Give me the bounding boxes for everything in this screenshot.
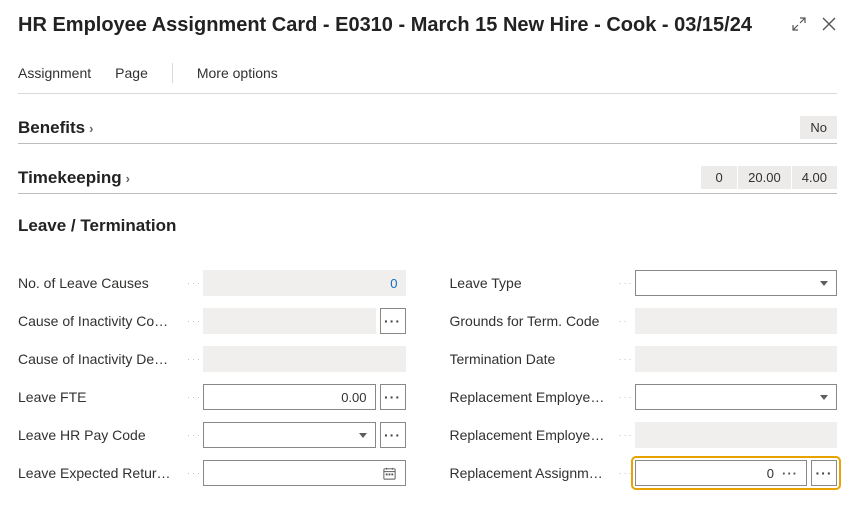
header-row: HR Employee Assignment Card - E0310 - Ma…	[18, 14, 837, 37]
leave-expected-label: Leave Expected Retur…	[18, 465, 183, 481]
header-icons	[791, 16, 837, 35]
repl-emp-name-value	[635, 422, 838, 448]
cause-desc-value	[203, 346, 406, 372]
no-leave-causes-value[interactable]: 0	[203, 270, 406, 296]
repl-assign-label: Replacement Assignm…	[450, 465, 615, 481]
calendar-icon[interactable]	[382, 466, 397, 481]
no-leave-causes-label: No. of Leave Causes	[18, 275, 183, 291]
leave-fte-assist-button[interactable]: ···	[380, 384, 406, 410]
cause-code-value	[203, 308, 376, 334]
repl-emp-no-label: Replacement Employe…	[450, 389, 615, 405]
cmd-page[interactable]: Page	[115, 65, 148, 81]
leave-title: Leave / Termination	[18, 216, 176, 236]
command-bar: Assignment Page More options	[18, 55, 837, 94]
term-date-value	[635, 346, 838, 372]
timekeeping-tag-c: 4.00	[792, 166, 837, 189]
leave-paycode-label: Leave HR Pay Code	[18, 427, 183, 443]
benefits-toggle[interactable]: Benefits ›	[18, 118, 93, 138]
grounds-value	[635, 308, 838, 334]
leave-type-label: Leave Type	[450, 275, 615, 291]
timekeeping-tags: 0 20.00 4.00	[701, 166, 837, 189]
chevron-down-icon	[820, 395, 828, 400]
repl-assign-assist-button[interactable]: ···	[811, 460, 837, 486]
repl-assign-input[interactable]: 0 ···	[635, 460, 808, 486]
timekeeping-tag-a: 0	[701, 166, 737, 189]
benefits-tags: No	[800, 116, 837, 139]
grounds-label: Grounds for Term. Code	[450, 313, 615, 329]
cmd-separator	[172, 63, 173, 83]
leave-right-column: Leave Type ············· Grounds for Ter…	[450, 264, 838, 492]
cmd-assignment[interactable]: Assignment	[18, 65, 91, 81]
timekeeping-tag-b: 20.00	[738, 166, 791, 189]
chevron-right-icon: ›	[89, 121, 93, 136]
leave-expected-input[interactable]	[203, 460, 406, 486]
chevron-right-icon: ›	[126, 171, 130, 186]
chevron-down-icon	[359, 433, 367, 438]
repl-assign-control: 0 ··· ···	[635, 460, 838, 486]
leave-section: Leave / Termination No. of Leave Causes …	[18, 216, 837, 492]
chevron-down-icon	[820, 281, 828, 286]
timekeeping-title: Timekeeping	[18, 168, 122, 188]
timekeeping-section: Timekeeping › 0 20.00 4.00	[18, 166, 837, 194]
leave-type-select[interactable]	[635, 270, 838, 296]
ellipsis-icon: ···	[384, 313, 401, 329]
cause-code-label: Cause of Inactivity Co…	[18, 313, 183, 329]
benefits-section: Benefits › No	[18, 116, 837, 144]
repl-emp-name-label: Replacement Employe…	[450, 427, 615, 443]
ellipsis-icon: ···	[384, 389, 401, 405]
leave-paycode-assist-button[interactable]: ···	[380, 422, 406, 448]
leave-fte-input[interactable]: 0.00	[203, 384, 376, 410]
ellipsis-icon: ···	[782, 466, 798, 481]
term-date-label: Termination Date	[450, 351, 615, 367]
close-icon[interactable]	[821, 16, 837, 35]
benefits-tag-no: No	[800, 116, 837, 139]
cause-code-assist-button[interactable]: ···	[380, 308, 406, 334]
repl-emp-no-select[interactable]	[635, 384, 838, 410]
timekeeping-toggle[interactable]: Timekeeping ›	[18, 168, 130, 188]
leave-paycode-select[interactable]	[203, 422, 376, 448]
benefits-title: Benefits	[18, 118, 85, 138]
cause-desc-label: Cause of Inactivity De…	[18, 351, 183, 367]
page-title: HR Employee Assignment Card - E0310 - Ma…	[18, 14, 752, 37]
cmd-more-options[interactable]: More options	[197, 65, 278, 81]
expand-icon[interactable]	[791, 16, 807, 35]
leave-fte-label: Leave FTE	[18, 389, 183, 405]
ellipsis-icon: ···	[816, 465, 833, 481]
leave-left-column: No. of Leave Causes ··· ··· 0 Cause of In…	[18, 264, 406, 492]
ellipsis-icon: ···	[384, 427, 401, 443]
